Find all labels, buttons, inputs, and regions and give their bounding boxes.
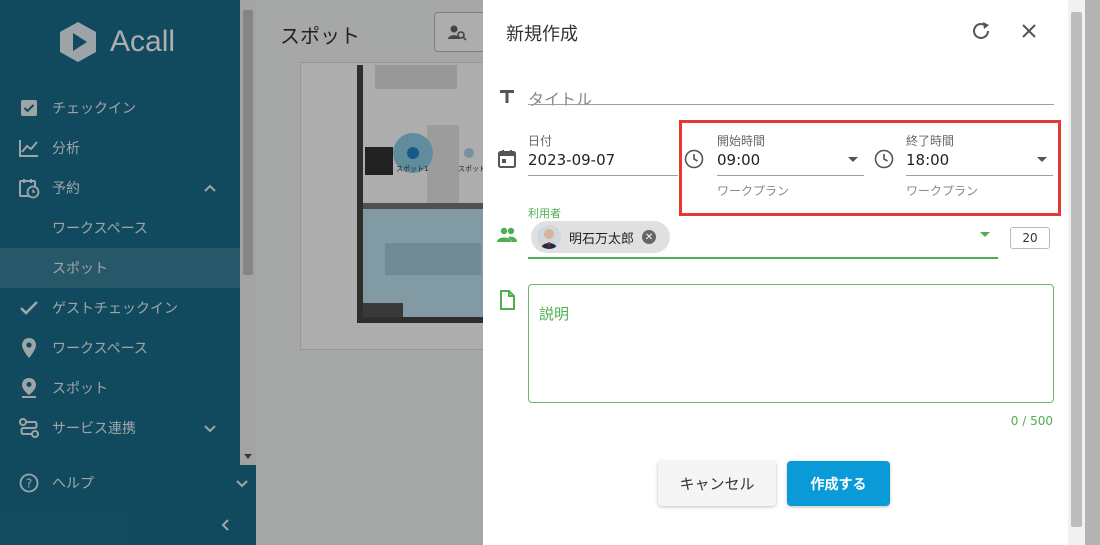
scrollbar-thumb[interactable] xyxy=(1071,12,1082,527)
capacity-input[interactable]: 20 xyxy=(1010,227,1050,249)
chip-remove-icon[interactable]: ✕ xyxy=(642,230,657,244)
description-label: 説明 xyxy=(539,305,570,323)
calendar-icon xyxy=(496,148,518,170)
time-highlight-box xyxy=(679,120,1061,216)
refresh-icon[interactable] xyxy=(970,20,992,42)
dialog-title: 新規作成 xyxy=(506,24,578,45)
close-icon[interactable] xyxy=(1019,21,1039,41)
avatar xyxy=(537,225,561,249)
title-input[interactable]: タイトル xyxy=(528,86,592,110)
new-reservation-dialog: 新規作成 タイトル 日付 2023-09-07 開始時間 09:00 ワークプラ… xyxy=(483,0,1068,545)
dropdown-arrow-icon[interactable] xyxy=(980,232,990,237)
date-label: 日付 xyxy=(528,134,553,148)
document-icon xyxy=(496,289,518,311)
chip-label: 明石万太郎 xyxy=(569,231,635,247)
text-format-icon xyxy=(496,85,518,107)
users-label: 利用者 xyxy=(528,207,561,220)
user-chip[interactable]: 明石万太郎 ✕ xyxy=(531,221,670,253)
cancel-button[interactable]: キャンセル xyxy=(658,461,776,506)
dialog-scrollbar[interactable] xyxy=(1068,0,1085,545)
date-field[interactable]: 2023-09-07 xyxy=(528,151,615,169)
description-textarea[interactable]: 説明 xyxy=(528,284,1054,403)
create-button[interactable]: 作成する xyxy=(787,461,890,506)
window-edge xyxy=(1085,0,1100,545)
people-icon xyxy=(496,224,518,246)
character-counter: 0 / 500 xyxy=(1010,414,1053,428)
